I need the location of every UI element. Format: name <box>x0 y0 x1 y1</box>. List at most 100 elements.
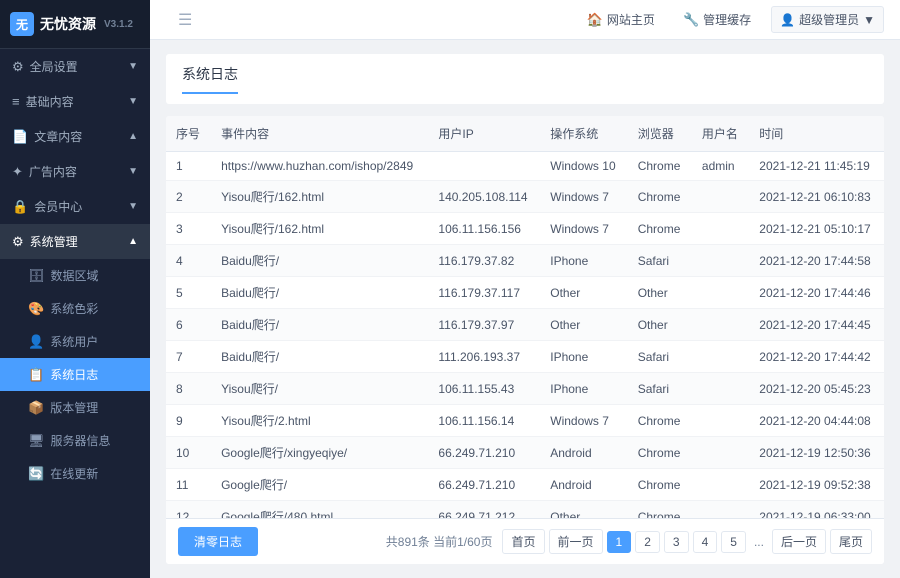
cell-time: 2021-12-21 11:45:19 <box>749 152 884 181</box>
sidebar-sub-label-rizhi: 系统日志 <box>50 366 98 383</box>
page-3-button[interactable]: 3 <box>664 531 689 553</box>
cell-os: Android <box>540 437 627 469</box>
main-content: ☰ 🏠 网站主页 🔧 管理缓存 👤 超级管理员 ▼ 系统日志 <box>150 0 900 578</box>
lock-icon: 🔒 <box>12 199 28 215</box>
sidebar-sub-server[interactable]: 🖥 服务器信息 <box>0 424 150 457</box>
page-5-button[interactable]: 5 <box>721 531 746 553</box>
hamburger-button[interactable]: ☰ <box>166 0 204 42</box>
cell-time: 2021-12-20 04:44:08 <box>749 405 884 437</box>
cell-event: Google爬行/480.html <box>211 501 428 519</box>
log-icon: 📋 <box>28 367 44 383</box>
sidebar-item-huiyuan[interactable]: 🔒 会员中心 ▼ <box>0 189 150 224</box>
cell-user <box>692 277 749 309</box>
page-2-button[interactable]: 2 <box>635 531 660 553</box>
cell-id: 10 <box>166 437 211 469</box>
sidebar-sub-shuju[interactable]: 🗄 数据区域 <box>0 259 150 292</box>
cell-event: Google爬行/ <box>211 469 428 501</box>
content-area: 系统日志 序号 事件内容 用户IP 操作系统 浏览器 用户名 时间 <box>150 40 900 578</box>
list-icon: ≡ <box>12 94 20 109</box>
cell-user <box>692 469 749 501</box>
cell-ip: 140.205.108.114 <box>428 181 540 213</box>
sidebar-sub-rizhi[interactable]: 📋 系统日志 <box>0 358 150 391</box>
sidebar-item-xitong[interactable]: ⚙ 系统管理 ▲ <box>0 224 150 259</box>
sidebar-sub-banben[interactable]: 📦 版本管理 <box>0 391 150 424</box>
cell-event: Baidu爬行/ <box>211 341 428 373</box>
chevron-icon-3: ▲ <box>128 131 138 142</box>
sidebar-sub-update[interactable]: 🔄 在线更新 <box>0 457 150 490</box>
next-page-button[interactable]: 后一页 <box>772 529 826 554</box>
system-icon: ⚙ <box>12 234 24 250</box>
cell-event: Yisou爬行/2.html <box>211 405 428 437</box>
page-4-button[interactable]: 4 <box>693 531 718 553</box>
admin-button[interactable]: 👤 超级管理员 ▼ <box>771 6 884 33</box>
cell-id: 5 <box>166 277 211 309</box>
cell-time: 2021-12-21 05:10:17 <box>749 213 884 245</box>
cell-browser: Safari <box>628 341 692 373</box>
version-badge: V3.1.2 <box>104 19 133 30</box>
cell-time: 2021-12-19 09:52:38 <box>749 469 884 501</box>
cell-id: 1 <box>166 152 211 181</box>
last-page-button[interactable]: 尾页 <box>830 529 872 554</box>
cell-time: 2021-12-20 17:44:45 <box>749 309 884 341</box>
cell-ip: 106.11.156.14 <box>428 405 540 437</box>
cell-event: Google爬行/xingyeqiye/ <box>211 437 428 469</box>
cell-browser: Chrome <box>628 405 692 437</box>
cell-id: 8 <box>166 373 211 405</box>
cell-os: Windows 7 <box>540 213 627 245</box>
table-row: 6 Baidu爬行/ 116.179.37.97 Other Other 202… <box>166 309 884 341</box>
color-icon: 🎨 <box>28 301 44 317</box>
cell-user <box>692 373 749 405</box>
cell-event: https://www.huzhan.com/ishop/2849 <box>211 152 428 181</box>
cell-ip <box>428 152 540 181</box>
sidebar-item-jichu[interactable]: ≡ 基础内容 ▼ <box>0 84 150 119</box>
cell-user <box>692 341 749 373</box>
first-page-button[interactable]: 首页 <box>502 529 544 554</box>
page-1-button[interactable]: 1 <box>607 531 632 553</box>
cell-id: 6 <box>166 309 211 341</box>
col-browser: 浏览器 <box>628 116 692 152</box>
package-icon: 📦 <box>28 400 44 416</box>
sidebar: 无 无忧资源 V3.1.2 ⚙ 全局设置 ▼ ≡ 基础内容 ▼ 📄 文章内容 ▲… <box>0 0 150 578</box>
cell-event: Baidu爬行/ <box>211 309 428 341</box>
cell-id: 9 <box>166 405 211 437</box>
cell-user <box>692 309 749 341</box>
logo-icon: 无 <box>10 12 34 36</box>
manager-cache-button[interactable]: 🔧 管理缓存 <box>675 7 759 32</box>
sidebar-label-quanju: 全局设置 <box>30 58 78 75</box>
sidebar-item-quanju[interactable]: ⚙ 全局设置 ▼ <box>0 49 150 84</box>
cell-ip: 106.11.156.156 <box>428 213 540 245</box>
sidebar-sub-xitongse[interactable]: 🎨 系统色彩 <box>0 292 150 325</box>
sidebar-sub-xitonguser[interactable]: 👤 系统用户 <box>0 325 150 358</box>
col-os: 操作系统 <box>540 116 627 152</box>
cell-browser: Chrome <box>628 437 692 469</box>
cell-os: Windows 10 <box>540 152 627 181</box>
sidebar-sub-label-xitonguser: 系统用户 <box>50 333 98 350</box>
cell-ip: 66.249.71.212 <box>428 501 540 519</box>
table-row: 4 Baidu爬行/ 116.179.37.82 IPhone Safari 2… <box>166 245 884 277</box>
col-event: 事件内容 <box>211 116 428 152</box>
cell-id: 11 <box>166 469 211 501</box>
cell-time: 2021-12-20 17:44:58 <box>749 245 884 277</box>
clear-log-button[interactable]: 清零日志 <box>178 527 258 556</box>
cell-os: IPhone <box>540 373 627 405</box>
cell-ip: 116.179.37.82 <box>428 245 540 277</box>
sidebar-label-xitong: 系统管理 <box>30 233 78 250</box>
cell-user <box>692 181 749 213</box>
cell-ip: 106.11.155.43 <box>428 373 540 405</box>
sidebar-sub-label-xitongse: 系统色彩 <box>50 300 98 317</box>
admin-label: 超级管理员 <box>799 11 859 28</box>
prev-page-button[interactable]: 前一页 <box>549 529 603 554</box>
cell-browser: Chrome <box>628 152 692 181</box>
sidebar-item-wenzhang[interactable]: 📄 文章内容 ▲ <box>0 119 150 154</box>
sidebar-label-jichu: 基础内容 <box>26 93 74 110</box>
website-home-button[interactable]: 🏠 网站主页 <box>579 7 663 32</box>
table-wrapper[interactable]: 序号 事件内容 用户IP 操作系统 浏览器 用户名 时间 1 https://w… <box>166 116 884 518</box>
cell-time: 2021-12-20 05:45:23 <box>749 373 884 405</box>
cell-event: Baidu爬行/ <box>211 245 428 277</box>
cell-os: IPhone <box>540 341 627 373</box>
table-row: 10 Google爬行/xingyeqiye/ 66.249.71.210 An… <box>166 437 884 469</box>
sidebar-sub-label-banben: 版本管理 <box>50 399 98 416</box>
sidebar-item-guanggao[interactable]: ✦ 广告内容 ▼ <box>0 154 150 189</box>
manager-cache-label: 管理缓存 <box>703 11 751 28</box>
page-header: 系统日志 <box>166 54 884 104</box>
